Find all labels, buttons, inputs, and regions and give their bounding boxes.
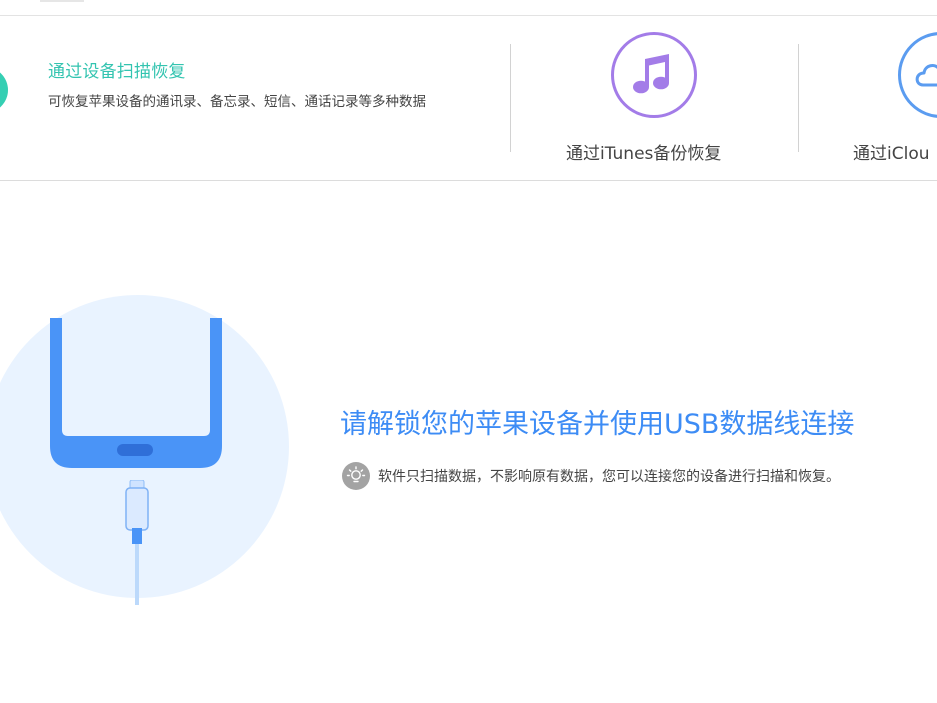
phone-illustration (50, 318, 222, 468)
lightbulb-icon (342, 462, 370, 490)
scan-mode-description: 可恢复苹果设备的通讯录、备忘录、短信、通话记录等多种数据 (48, 94, 426, 110)
recovery-mode-selector: 通过设备扫描恢复 可恢复苹果设备的通讯录、备忘录、短信、通话记录等多种数据 通过… (0, 16, 937, 181)
scan-device-icon[interactable] (0, 67, 8, 113)
mode-divider (798, 44, 799, 152)
recovery-window: 通过设备扫描恢复 可恢复苹果设备的通讯录、备忘录、短信、通话记录等多种数据 通过… (0, 0, 937, 703)
usb-cable-illustration (125, 480, 149, 605)
music-note-icon[interactable] (611, 32, 697, 118)
icloud-mode-label[interactable]: 通过iClou (853, 139, 930, 164)
connect-instruction-headline: 请解锁您的苹果设备并使用USB数据线连接 (340, 409, 855, 440)
cloud-icon[interactable] (898, 32, 937, 118)
scan-mode-title[interactable]: 通过设备扫描恢复 (48, 57, 186, 82)
mode-divider (510, 44, 511, 152)
itunes-mode-label[interactable]: 通过iTunes备份恢复 (566, 139, 721, 164)
top-tab-edge (40, 0, 84, 2)
safety-tip-text: 软件只扫描数据，不影响原有数据，您可以连接您的设备进行扫描和恢复。 (378, 469, 840, 485)
